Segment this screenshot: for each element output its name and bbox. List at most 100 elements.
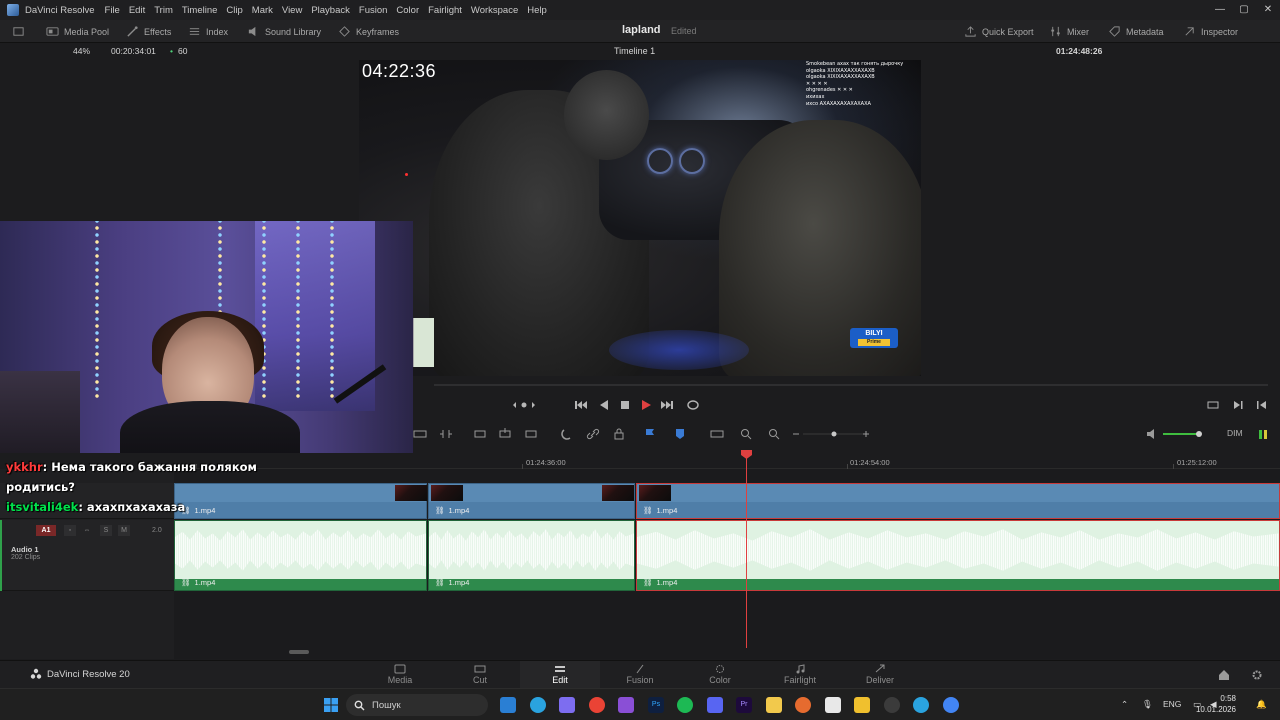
audio-clip[interactable]: ⛓ 1.mp4 [428,520,635,591]
replace-clip-icon[interactable] [524,427,538,441]
notepad-icon[interactable] [825,697,841,713]
trim-mode-icon[interactable] [439,427,453,441]
menu-timeline[interactable]: Timeline [182,5,218,16]
page-fusion[interactable]: Fusion [600,661,680,689]
menu-color[interactable]: Color [396,5,419,16]
volume-icon[interactable] [1145,427,1159,441]
auto-track-icon[interactable]: ⇔ [81,525,93,536]
file-explorer-icon[interactable] [766,697,782,713]
effects-button[interactable]: Effects [126,20,171,43]
next-edit-icon[interactable] [1231,398,1245,412]
page-cut[interactable]: Cut [440,661,520,689]
audio-clip[interactable]: ⛓ 1.mp4 [636,520,1280,591]
windows-start-icon[interactable] [323,697,339,713]
viewer-zoom[interactable]: 44% [73,46,90,56]
page-deliver[interactable]: Deliver [840,661,920,689]
menu-playback[interactable]: Playback [311,5,350,16]
zoom-detail-icon[interactable] [739,427,753,441]
notification-icon[interactable]: 🔔 [1256,699,1267,710]
match-frame-icon[interactable] [1206,398,1220,412]
page-fairlight[interactable]: Fairlight [760,661,840,689]
lock-track-icon[interactable]: ▫ [64,525,76,536]
chrome-icon[interactable] [589,697,605,713]
timeline-name[interactable]: Timeline 1 [614,46,655,56]
sound-library-button[interactable]: Sound Library [247,20,321,43]
marker-icon[interactable] [673,427,687,441]
mixer-button[interactable]: Mixer [1049,20,1089,43]
stop-icon[interactable] [618,398,632,412]
photoshop-icon[interactable]: Ps [648,697,664,713]
home-icon[interactable] [1218,669,1230,681]
close-icon[interactable]: ✕ [1256,0,1280,20]
zoom-custom-icon[interactable] [767,427,781,441]
chrome-icon[interactable] [943,697,959,713]
menu-view[interactable]: View [282,5,302,16]
lock-icon[interactable] [612,427,626,441]
maximize-icon[interactable]: ▢ [1232,0,1256,20]
play-icon[interactable] [639,398,653,412]
edge-icon[interactable] [500,697,516,713]
overwrite-clip-icon[interactable] [498,427,512,441]
metadata-button[interactable]: Metadata [1108,20,1164,43]
quick-export-button[interactable]: Quick Export [964,20,1034,43]
app-icon[interactable] [854,697,870,713]
minimize-icon[interactable]: — [1208,0,1232,20]
menu-help[interactable]: Help [527,5,547,16]
prev-edit-icon[interactable] [1255,398,1269,412]
media-pool-button[interactable]: Media Pool [46,20,109,43]
skip-to-start-icon[interactable] [574,398,588,412]
toolbar-collapse-button[interactable] [12,20,25,43]
jog-wheel-icon[interactable] [510,398,538,412]
video-clip[interactable]: ⛓ 1.mp4 [636,483,1280,519]
obs-icon[interactable] [884,697,900,713]
index-button[interactable]: Index [188,20,228,43]
menu-fusion[interactable]: Fusion [359,5,388,16]
mute-button[interactable]: M [118,525,130,536]
menu-clip[interactable]: Clip [226,5,242,16]
menu-file[interactable]: File [105,5,120,16]
linked-selection-icon[interactable] [586,427,600,441]
playhead[interactable] [746,452,747,648]
inspector-button[interactable]: Inspector [1183,20,1238,43]
timeline-scrollbar[interactable] [289,650,309,654]
audio-track-header[interactable]: A1 ▫ ⇔ S M 2.0 Audio 1 202 Clips [0,520,174,591]
spotify-icon[interactable] [677,697,693,713]
menu-trim[interactable]: Trim [154,5,173,16]
telegram-icon[interactable] [530,697,546,713]
language-indicator[interactable]: ENG [1163,699,1181,709]
program-viewer[interactable]: 04:22:36 Smokebean ахах так гонять дыроч… [359,60,921,376]
menu-workspace[interactable]: Workspace [471,5,518,16]
copilot-icon[interactable] [559,697,575,713]
timeline-ruler[interactable]: 01:24:36:00 01:24:54:00 01:25:12:00 [174,453,1280,469]
select-mode-icon[interactable] [413,427,427,441]
telegram-icon[interactable] [913,697,929,713]
microphone-icon[interactable]: 🎙 [1142,699,1153,710]
volume-slider[interactable] [1161,427,1205,441]
timeline-tracks[interactable]: ⛓ 1.mp4 ⛓ 1.mp4 ⛓ 1.mp4 ⛓ 1.mp4 ⛓ 1.mp4 ⛓ 1.mp… [174,469,1280,659]
discord-icon[interactable] [707,697,723,713]
tray-chevron-icon[interactable]: ⌃ [1121,699,1128,710]
audio-clip[interactable]: ⛓ 1.mp4 [174,520,427,591]
flag-icon[interactable] [643,427,657,441]
taskbar-search[interactable]: Пошук [346,694,488,716]
play-reverse-icon[interactable] [597,398,611,412]
snapping-icon[interactable] [560,427,574,441]
skip-to-end-icon[interactable] [660,398,674,412]
menu-mark[interactable]: Mark [252,5,273,16]
solo-button[interactable]: S [100,525,112,536]
dim-button[interactable]: DIM [1227,428,1243,438]
a1-badge[interactable]: A1 [36,525,56,536]
menu-edit[interactable]: Edit [129,5,145,16]
zoom-slider[interactable] [791,427,871,441]
page-edit[interactable]: Edit [520,661,600,689]
viewer-scrubber[interactable] [434,384,1268,386]
video-clip[interactable]: ⛓ 1.mp4 [428,483,635,519]
premiere-icon[interactable]: Pr [736,697,752,713]
loop-icon[interactable] [686,398,700,412]
menu-fairlight[interactable]: Fairlight [428,5,462,16]
keyframes-button[interactable]: Keyframes [338,20,399,43]
zoom-full-icon[interactable] [710,427,724,441]
firefox-icon[interactable] [795,697,811,713]
settings-gear-icon[interactable] [1251,669,1263,681]
page-media[interactable]: Media [360,661,440,689]
